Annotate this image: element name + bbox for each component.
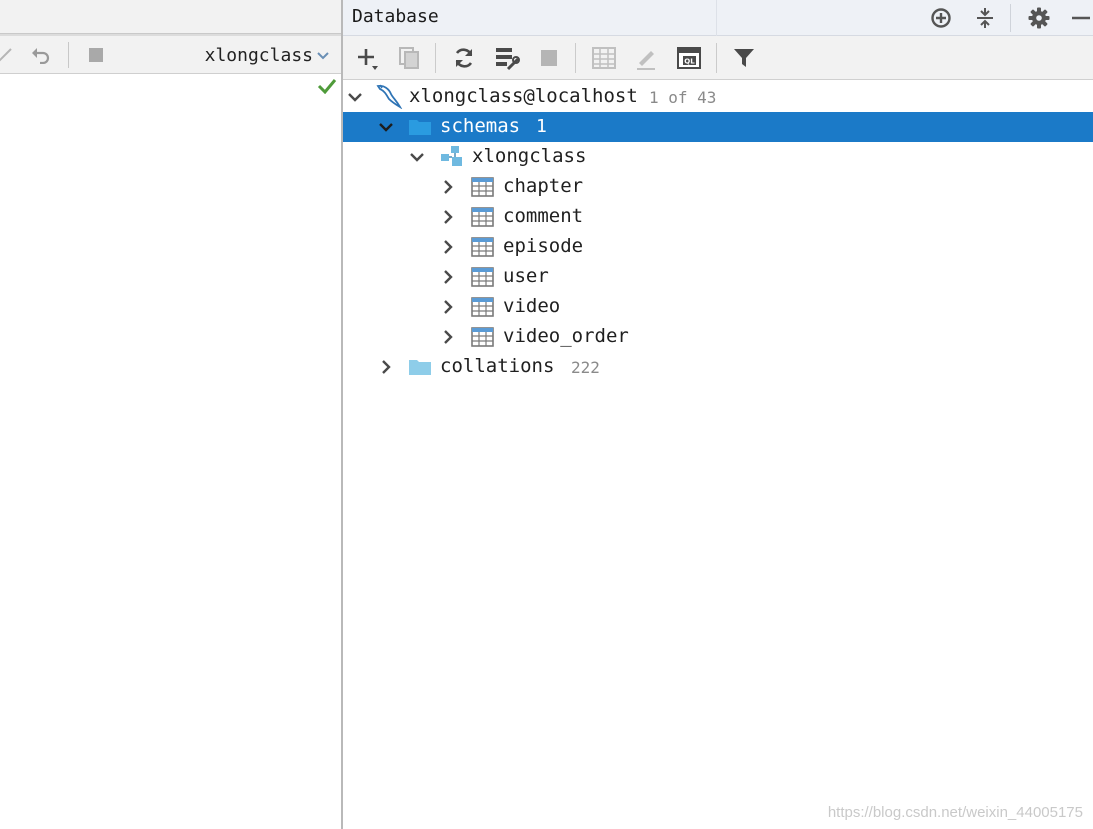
edit-pencil-icon[interactable]: [0, 44, 16, 66]
schema-tools-icon[interactable]: [494, 45, 520, 71]
stop-icon[interactable]: [85, 44, 107, 66]
folder-icon: [408, 117, 432, 137]
tree-node-collations[interactable]: collations 222: [343, 352, 1093, 382]
table-icon: [471, 267, 495, 287]
crosshair-icon[interactable]: [928, 5, 954, 31]
minimize-icon[interactable]: [1068, 5, 1093, 31]
header-separator: [1010, 4, 1011, 32]
table-icon: [471, 237, 495, 257]
table-icon: [471, 297, 495, 317]
database-tree: xlongclass@localhost 1 of 43 schemas 1 x…: [343, 82, 1093, 382]
schemas-label: schemas: [440, 115, 521, 137]
sql-console-icon[interactable]: QL: [676, 45, 702, 71]
chevron-down-icon[interactable]: [378, 119, 394, 135]
panel-title: Database: [352, 6, 439, 27]
table-icon: [471, 327, 495, 347]
table-label: episode: [503, 235, 584, 257]
editor-pane: xlongclass: [0, 0, 341, 829]
chevron-right-icon[interactable]: [440, 209, 456, 225]
database-tool-window: Database QL xlongclass@localhost 1 of 43…: [343, 0, 1093, 829]
collapse-icon[interactable]: [972, 5, 998, 31]
tree-node-schemas[interactable]: schemas 1: [343, 112, 1093, 142]
toolbar-separator: [716, 43, 717, 73]
chevron-right-icon[interactable]: [440, 329, 456, 345]
chevron-right-icon[interactable]: [440, 239, 456, 255]
copy-icon[interactable]: [396, 45, 422, 71]
table-label: video_order: [503, 325, 629, 347]
tree-node-connection[interactable]: xlongclass@localhost 1 of 43: [343, 82, 1093, 112]
tree-node-table[interactable]: chapter: [343, 172, 1093, 202]
chevron-right-icon[interactable]: [440, 269, 456, 285]
table-label: comment: [503, 205, 584, 227]
check-icon: [317, 78, 337, 95]
tree-node-schema[interactable]: xlongclass: [343, 142, 1093, 172]
undo-icon[interactable]: [30, 44, 52, 66]
add-icon[interactable]: [354, 45, 380, 71]
chevron-down-icon[interactable]: [347, 89, 363, 105]
tree-node-table[interactable]: video: [343, 292, 1093, 322]
chevron-down-icon[interactable]: [409, 149, 425, 165]
tree-node-table[interactable]: episode: [343, 232, 1093, 262]
table-icon: [471, 207, 495, 227]
database-toolbar: QL: [343, 36, 1093, 80]
chevron-right-icon[interactable]: [440, 299, 456, 315]
chevron-right-icon[interactable]: [378, 359, 394, 375]
svg-text:QL: QL: [684, 58, 695, 66]
tree-node-table[interactable]: comment: [343, 202, 1093, 232]
refresh-icon[interactable]: [451, 45, 477, 71]
schema-label: xlongclass: [472, 145, 587, 167]
schema-selector-label: xlongclass: [204, 44, 313, 66]
header-divider: [716, 0, 717, 36]
database-header: Database: [343, 0, 1093, 36]
folder-icon: [408, 357, 432, 377]
chevron-down-icon: [317, 46, 329, 65]
schema-selector[interactable]: xlongclass: [205, 42, 329, 68]
tree-node-table[interactable]: user: [343, 262, 1093, 292]
collations-count: 222: [571, 358, 600, 377]
collations-label: collations: [440, 355, 555, 377]
filter-icon[interactable]: [731, 45, 757, 71]
connection-count: 1 of 43: [649, 88, 717, 107]
schema-icon: [440, 145, 464, 166]
table-icon[interactable]: [591, 45, 617, 71]
stop-icon[interactable]: [536, 45, 562, 71]
chevron-right-icon[interactable]: [440, 179, 456, 195]
edit-icon[interactable]: [633, 45, 659, 71]
editor-toolbar: xlongclass: [0, 36, 341, 74]
watermark: https://blog.csdn.net/weixin_44005175: [827, 804, 1083, 821]
toolbar-separator: [68, 42, 69, 68]
mysql-dolphin-icon: [375, 83, 403, 110]
schemas-count: 1: [536, 116, 547, 137]
table-label: chapter: [503, 175, 584, 197]
editor-tab-bar: [0, 0, 341, 34]
gear-icon[interactable]: [1026, 5, 1052, 31]
toolbar-separator: [435, 43, 436, 73]
table-label: video: [503, 295, 561, 317]
tree-node-table[interactable]: video_order: [343, 322, 1093, 352]
connection-label: xlongclass@localhost: [409, 85, 638, 107]
table-icon: [471, 177, 495, 197]
table-label: user: [503, 265, 549, 287]
toolbar-separator: [575, 43, 576, 73]
